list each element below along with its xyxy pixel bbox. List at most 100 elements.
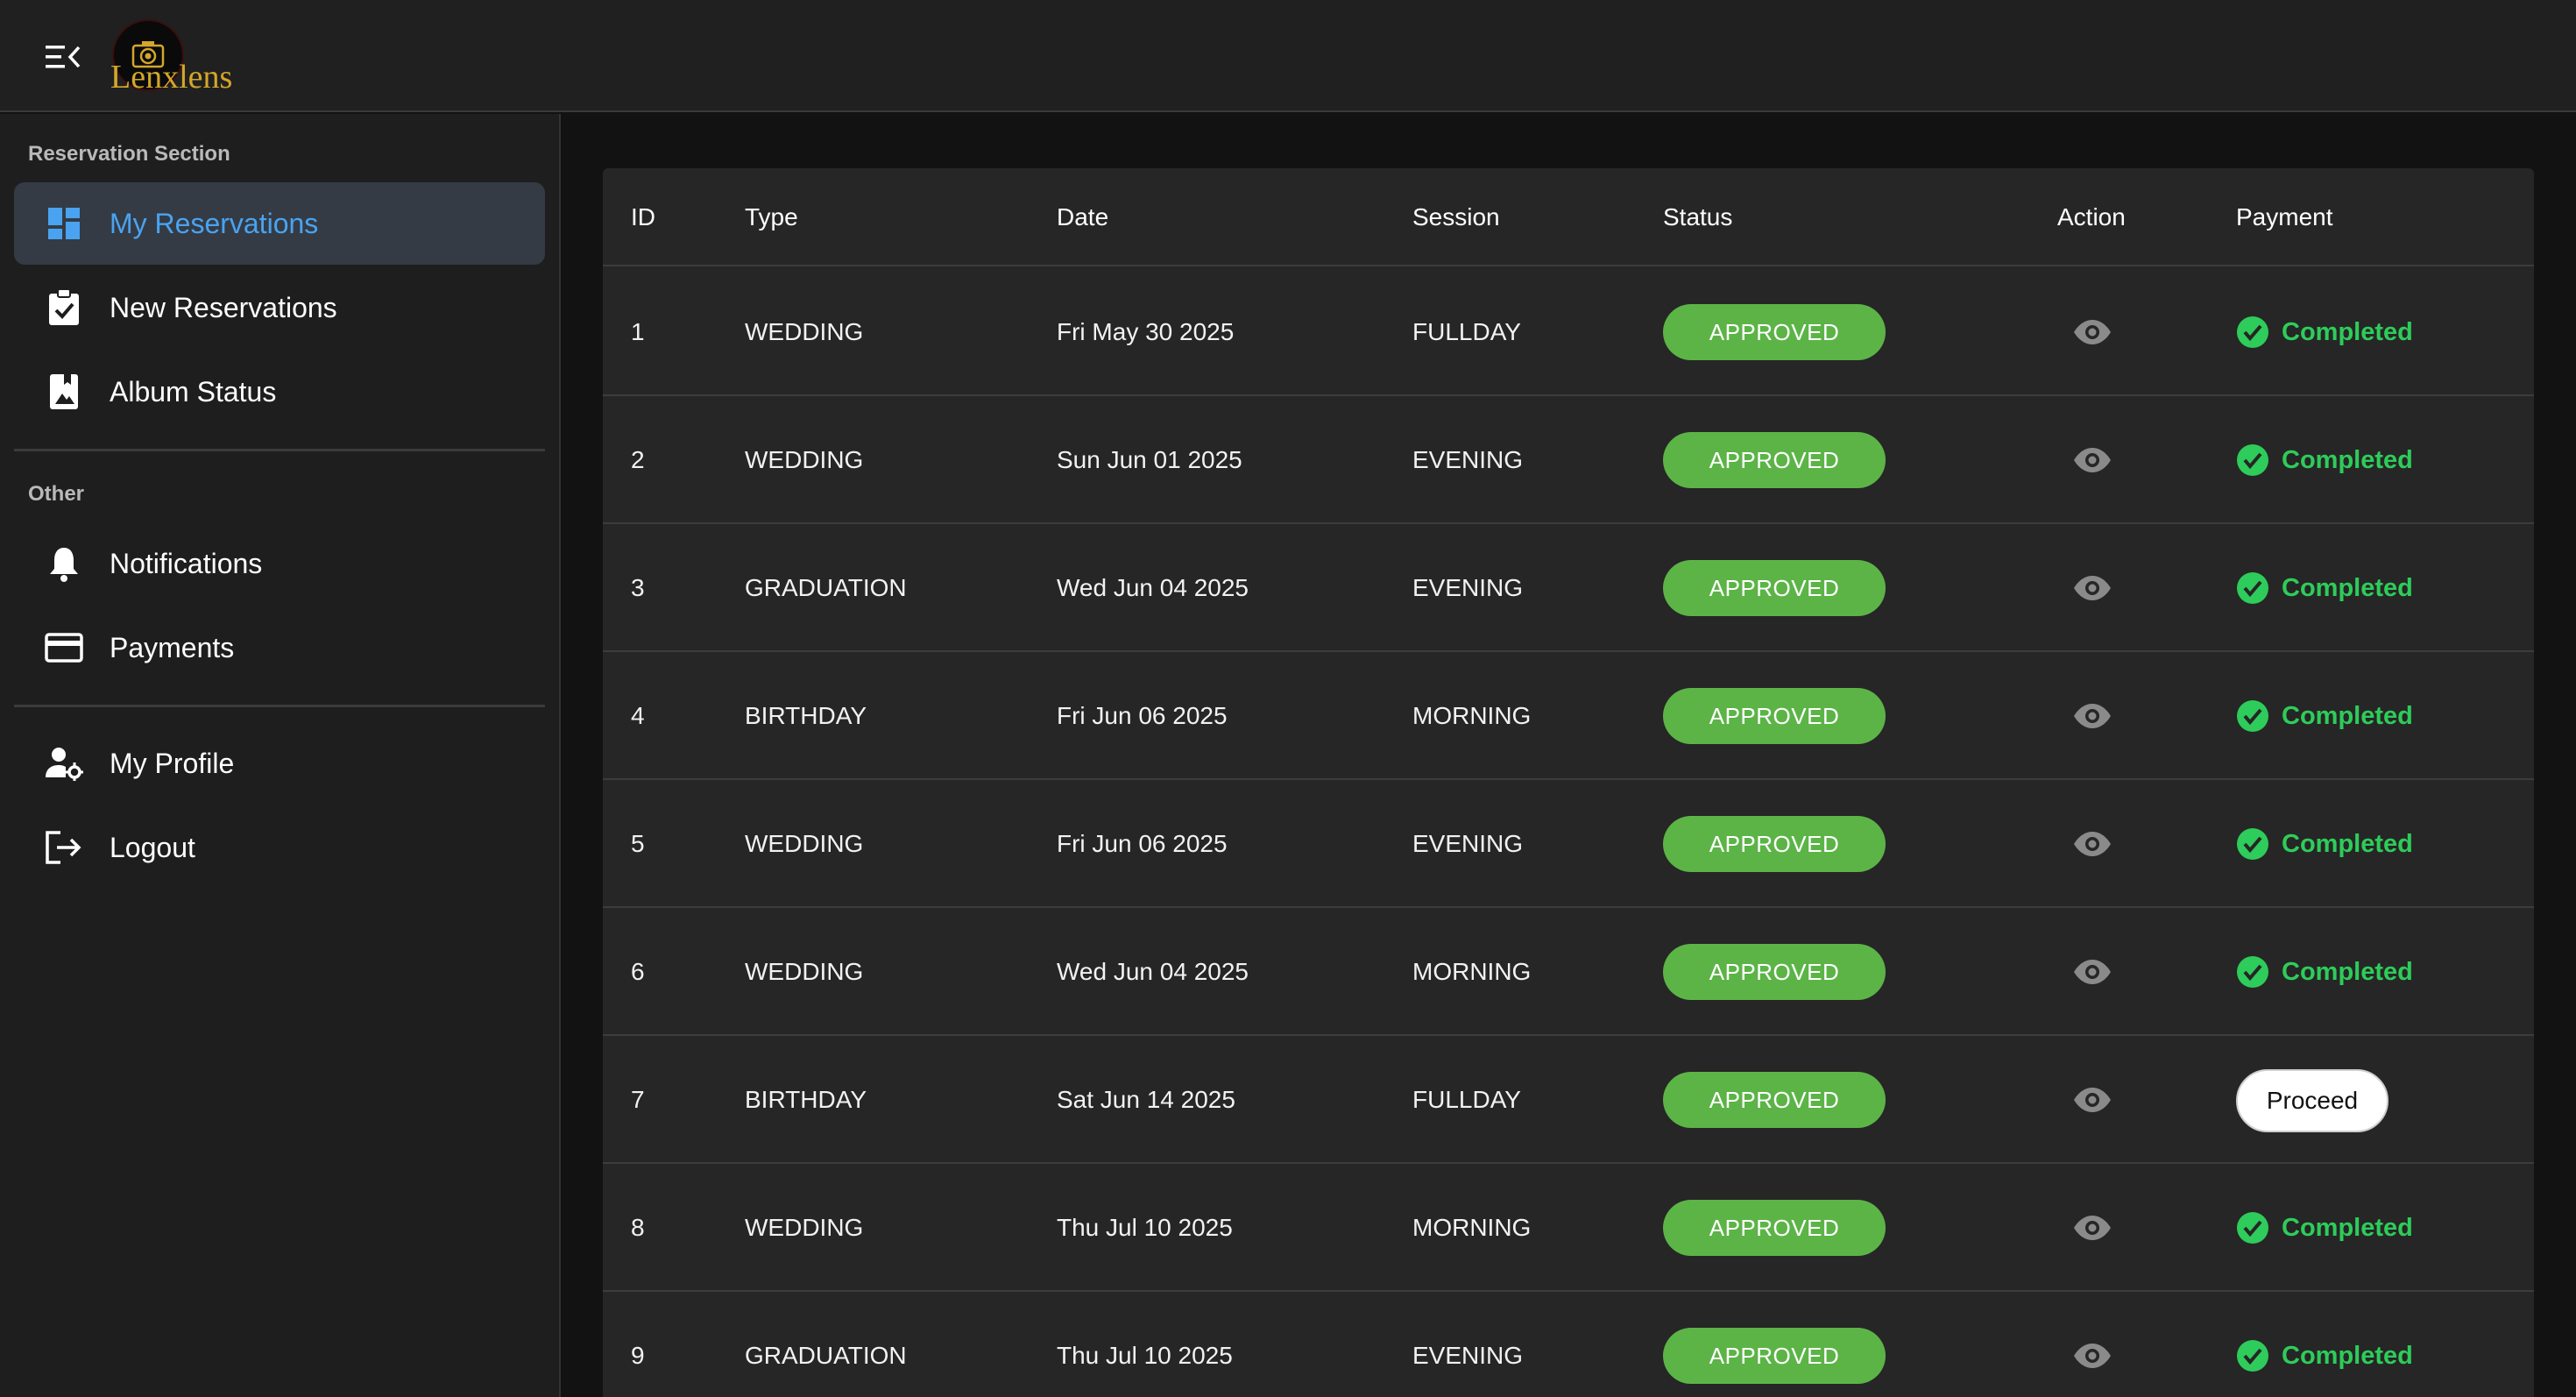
- column-header-action[interactable]: Action: [2057, 168, 2126, 266]
- sidebar-item-label: Payments: [110, 632, 235, 663]
- view-eye-icon[interactable]: [2070, 693, 2115, 739]
- cell-id: 6: [631, 958, 645, 985]
- check-circle-icon: [2236, 316, 2269, 349]
- sidebar-item-notifications[interactable]: Notifications: [14, 522, 545, 605]
- payment-status: Completed: [2236, 908, 2413, 1036]
- brand-logo[interactable]: Lenxlens: [110, 19, 259, 98]
- status-badge: APPROVED: [1663, 1328, 1886, 1384]
- cell-type: GRADUATION: [745, 1342, 907, 1369]
- cell-id: 4: [631, 702, 645, 729]
- cell-session: EVENING: [1412, 574, 1524, 601]
- table-row: 8 WEDDING Thu Jul 10 2025 MORNING APPROVED Co…: [603, 1164, 2534, 1292]
- cell-id: 5: [631, 830, 645, 857]
- status-badge: APPROVED: [1663, 432, 1886, 488]
- view-eye-icon[interactable]: [2070, 949, 2115, 995]
- cell-type: WEDDING: [745, 830, 864, 857]
- bell-icon: [44, 543, 84, 584]
- menu-collapse-icon[interactable]: [39, 35, 88, 79]
- photo-album-icon: [44, 372, 84, 412]
- check-circle-icon: [2236, 1339, 2269, 1372]
- dashboard-icon: [44, 203, 84, 244]
- cell-session: MORNING: [1412, 958, 1532, 985]
- user-settings-icon: [44, 743, 84, 784]
- status-badge: APPROVED: [1663, 688, 1886, 744]
- view-eye-icon[interactable]: [2070, 1077, 2115, 1123]
- check-circle-icon: [2236, 571, 2269, 605]
- check-circle-icon: [2236, 955, 2269, 989]
- cell-id: 8: [631, 1214, 645, 1241]
- view-eye-icon[interactable]: [2070, 309, 2115, 355]
- table-row: 1 WEDDING Fri May 30 2025 FULLDAY APPROVED Co…: [603, 268, 2534, 396]
- view-eye-icon[interactable]: [2070, 565, 2115, 611]
- payment-status: Completed: [2236, 1164, 2413, 1292]
- payment-status-label: Completed: [2282, 1341, 2413, 1370]
- cell-date: Thu Jul 10 2025: [1057, 1342, 1233, 1369]
- payment-status-label: Completed: [2282, 317, 2413, 346]
- cell-type: WEDDING: [745, 958, 864, 985]
- check-circle-icon: [2236, 827, 2269, 861]
- payment-status-label: Completed: [2282, 701, 2413, 730]
- view-eye-icon[interactable]: [2070, 1333, 2115, 1379]
- status-badge: APPROVED: [1663, 1072, 1886, 1128]
- sidebar-item-my-profile[interactable]: My Profile: [14, 722, 545, 805]
- sidebar-item-logout[interactable]: Logout: [14, 806, 545, 889]
- sidebar-item-payments[interactable]: Payments: [14, 606, 545, 689]
- status-badge: APPROVED: [1663, 560, 1886, 616]
- status-badge: APPROVED: [1663, 304, 1886, 360]
- cell-session: MORNING: [1412, 1214, 1532, 1241]
- payment-status: Completed: [2236, 1292, 2413, 1397]
- sidebar-item-my-reservations[interactable]: My Reservations: [14, 182, 545, 265]
- proceed-payment-button[interactable]: Proceed: [2236, 1069, 2388, 1132]
- table-row: 5 WEDDING Fri Jun 06 2025 EVENING APPROVED Co…: [603, 780, 2534, 908]
- section-title-reservation: Reservation Section: [28, 142, 230, 166]
- column-header-id[interactable]: ID: [631, 168, 655, 266]
- view-eye-icon[interactable]: [2070, 437, 2115, 483]
- cell-id: 2: [631, 446, 645, 473]
- column-header-session[interactable]: Session: [1412, 168, 1500, 266]
- check-circle-icon: [2236, 443, 2269, 477]
- payment-status: Completed: [2236, 396, 2413, 524]
- column-header-type[interactable]: Type: [745, 168, 798, 266]
- table-row: 2 WEDDING Sun Jun 01 2025 EVENING APPROVED Co…: [603, 396, 2534, 524]
- view-eye-icon[interactable]: [2070, 821, 2115, 867]
- cell-type: BIRTHDAY: [745, 1086, 867, 1113]
- column-header-status[interactable]: Status: [1663, 168, 1732, 266]
- sidebar-item-album-status[interactable]: Album Status: [14, 351, 545, 433]
- cell-date: Fri May 30 2025: [1057, 318, 1235, 345]
- clipboard-check-icon: [44, 287, 84, 328]
- cell-date: Thu Jul 10 2025: [1057, 1214, 1233, 1241]
- sidebar-divider: [14, 449, 545, 451]
- payment-status-label: Completed: [2282, 829, 2413, 858]
- cell-date: Sun Jun 01 2025: [1057, 446, 1242, 473]
- table-row: 7 BIRTHDAY Sat Jun 14 2025 FULLDAY APPROVED P…: [603, 1036, 2534, 1164]
- status-badge: APPROVED: [1663, 1200, 1886, 1256]
- cell-session: FULLDAY: [1412, 1086, 1521, 1113]
- payment-status: Completed: [2236, 268, 2413, 396]
- payment-status: Completed: [2236, 652, 2413, 780]
- cell-id: 9: [631, 1342, 645, 1369]
- cell-session: EVENING: [1412, 830, 1524, 857]
- payment-status: Completed: [2236, 780, 2413, 908]
- sidebar-item-label: Notifications: [110, 548, 263, 579]
- column-header-date[interactable]: Date: [1057, 168, 1108, 266]
- cell-date: Wed Jun 04 2025: [1057, 958, 1249, 985]
- view-eye-icon[interactable]: [2070, 1205, 2115, 1251]
- table-row: 4 BIRTHDAY Fri Jun 06 2025 MORNING APPROVED C…: [603, 652, 2534, 780]
- table-header: ID Type Date Session Status Action Payme…: [603, 168, 2534, 266]
- cell-session: FULLDAY: [1412, 318, 1521, 345]
- section-title-other: Other: [28, 482, 85, 506]
- cell-session: EVENING: [1412, 446, 1524, 473]
- sidebar-item-label: My Reservations: [110, 208, 319, 239]
- cell-session: EVENING: [1412, 1342, 1524, 1369]
- cell-id: 7: [631, 1086, 645, 1113]
- reservations-table: ID Type Date Session Status Action Payme…: [603, 168, 2534, 1397]
- cell-date: Fri Jun 06 2025: [1057, 702, 1228, 729]
- sidebar-item-new-reservations[interactable]: New Reservations: [14, 266, 545, 349]
- payment-status-label: Completed: [2282, 573, 2413, 602]
- cell-id: 3: [631, 574, 645, 601]
- check-circle-icon: [2236, 1211, 2269, 1245]
- logout-icon: [44, 827, 84, 868]
- sidebar-item-label: Album Status: [110, 376, 277, 408]
- status-badge: APPROVED: [1663, 944, 1886, 1000]
- column-header-payment[interactable]: Payment: [2236, 168, 2333, 266]
